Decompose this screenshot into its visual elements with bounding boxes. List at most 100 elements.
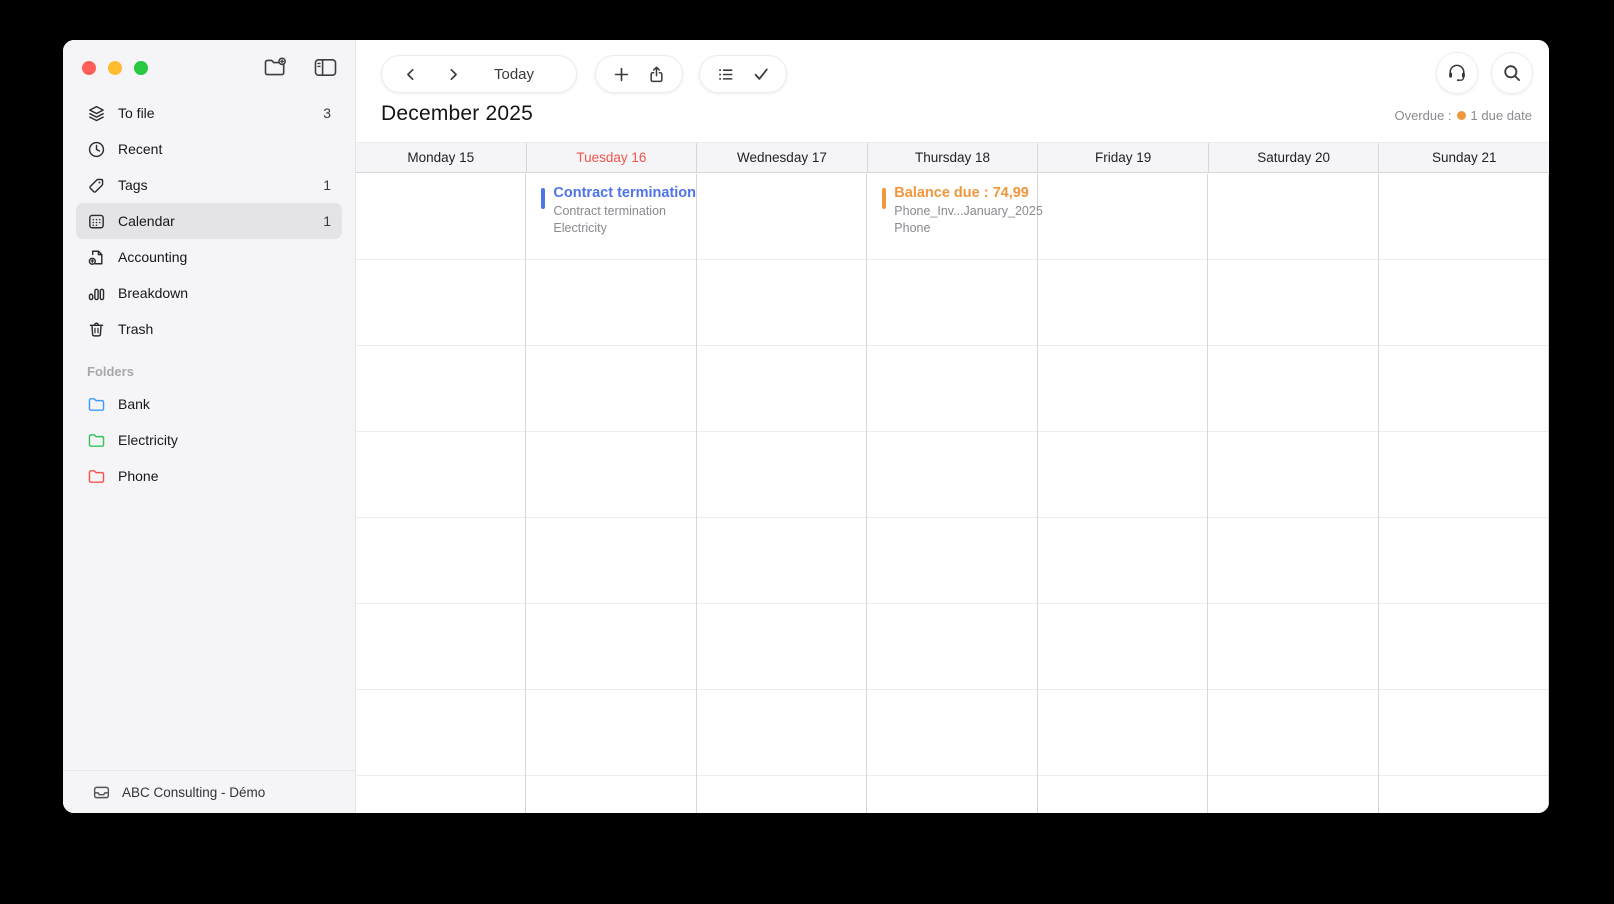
folder-label: Phone: [118, 468, 159, 484]
layers-icon: [87, 104, 106, 123]
overdue-dot-icon: [1456, 111, 1466, 120]
zoom-button[interactable]: [134, 60, 148, 75]
calendar-view: Today December 2025 Overdue: 1 due date…: [356, 40, 1549, 813]
folders-section-header: Folders: [87, 364, 134, 379]
folder-label: Electricity: [118, 432, 178, 448]
event-subtitle: Phone_Inv...January_2025: [894, 204, 1043, 218]
event-title: Balance due : 74,99: [894, 185, 1029, 201]
date-navigation-group: Today: [381, 55, 577, 93]
event-subtitle: Contract termination: [553, 204, 666, 218]
titlebar: [63, 40, 355, 95]
folder-icon: [87, 395, 106, 414]
sidebar-folder-electricity[interactable]: Electricity: [76, 422, 342, 458]
sidebar-item-calendar[interactable]: Calendar 1: [76, 203, 342, 239]
headset-icon: [1446, 62, 1468, 84]
month-title: December 2025: [381, 102, 534, 125]
overdue-label: Overdue :: [1394, 108, 1452, 123]
view-mode-group: [699, 55, 787, 93]
sidebar-item-label: Tags: [118, 177, 148, 193]
tasks-view-button[interactable]: [752, 65, 770, 83]
event-folder: Electricity: [553, 221, 607, 235]
document-upload-icon: [87, 248, 106, 267]
workspace-name: ABC Consulting - Démo: [122, 784, 266, 800]
day-header-row: Monday 15 Tuesday 16 Wednesday 17 Thursd…: [356, 142, 1549, 173]
minimize-button[interactable]: [108, 60, 122, 75]
event-card[interactable]: Balance due : 74,99 Phone_Inv...January_…: [882, 185, 1043, 235]
day-column-wednesday[interactable]: [697, 174, 868, 813]
sidebar-item-label: Calendar: [118, 213, 175, 229]
day-header-cell: Thursday 18: [868, 143, 1039, 172]
month-header: December 2025 Overdue : 1 due date: [381, 102, 1532, 126]
day-column-thursday[interactable]: [867, 174, 1038, 813]
day-header-cell: Saturday 20: [1209, 143, 1380, 172]
sidebar-item-accounting[interactable]: Accounting: [76, 239, 342, 275]
sidebar-item-recent[interactable]: Recent: [76, 131, 342, 167]
next-week-button[interactable]: [445, 66, 462, 83]
folder-icon: [87, 431, 106, 450]
sidebar-item-label: Recent: [118, 141, 163, 157]
folder-plus-icon: [263, 57, 287, 78]
folder-icon: [87, 467, 106, 486]
overdue-status: Overdue : 1 due date: [1394, 108, 1532, 123]
share-button[interactable]: [647, 65, 666, 84]
sidebar-item-breakdown[interactable]: Breakdown: [76, 275, 342, 311]
event-color-bar: [882, 188, 887, 209]
inbox-tray-icon: [92, 783, 111, 802]
sidebar-item-label: To file: [118, 105, 155, 121]
day-header-cell: Wednesday 17: [697, 143, 868, 172]
sidebar-item-count: 1: [323, 177, 331, 193]
event-title: Contract termination: [553, 185, 697, 201]
plus-icon: [612, 65, 631, 84]
folder-label: Bank: [118, 396, 150, 412]
toggle-sidebar-button[interactable]: [314, 58, 337, 77]
day-header-cell: Monday 15: [356, 143, 527, 172]
day-column-saturday[interactable]: [1208, 174, 1379, 813]
sidebar-folder-phone[interactable]: Phone: [76, 458, 342, 494]
list-icon: [716, 65, 735, 84]
event-color-bar: [541, 188, 546, 209]
trash-icon: [87, 320, 106, 339]
search-button[interactable]: [1491, 52, 1533, 94]
clock-icon: [87, 140, 106, 159]
day-column-sunday[interactable]: [1379, 174, 1549, 813]
sidebar-item-count: 1: [323, 213, 331, 229]
chevron-left-icon: [402, 66, 419, 83]
add-button[interactable]: [612, 65, 631, 84]
day-header-cell: Tuesday 16: [527, 143, 698, 172]
today-button[interactable]: Today: [494, 66, 534, 83]
overdue-count: 1 due date: [1470, 108, 1532, 123]
sidebar-item-label: Trash: [118, 321, 154, 337]
sidebar-item-label: Accounting: [118, 249, 188, 265]
sidebar-nav: To file 3 Recent Tags 1 Calendar 1 Accou…: [63, 95, 355, 347]
previous-week-button[interactable]: [402, 66, 419, 83]
sidebar-item-tags[interactable]: Tags 1: [76, 167, 342, 203]
event-folder: Phone: [894, 221, 931, 235]
tag-icon: [87, 176, 106, 195]
add-share-group: [595, 55, 683, 93]
list-view-button[interactable]: [716, 65, 735, 84]
close-button[interactable]: [82, 60, 96, 75]
day-column-friday[interactable]: [1038, 174, 1209, 813]
new-folder-button[interactable]: [263, 57, 287, 78]
sidebar: To file 3 Recent Tags 1 Calendar 1 Accou…: [63, 40, 356, 813]
support-button[interactable]: [1436, 52, 1478, 94]
bar-chart-icon: [87, 284, 106, 303]
day-column-tuesday[interactable]: [526, 174, 697, 813]
share-icon: [647, 65, 666, 84]
check-icon: [752, 65, 770, 83]
day-column-monday[interactable]: [356, 174, 527, 813]
day-header-cell: Friday 19: [1038, 143, 1209, 172]
event-card[interactable]: Contract termination Contract terminatio…: [541, 185, 701, 235]
sidebar-item-to-file[interactable]: To file 3: [76, 95, 342, 131]
sidebar-folder-bank[interactable]: Bank: [76, 386, 342, 422]
day-header-cell: Sunday 21: [1431, 150, 1497, 165]
sidebar-toggle-icon: [314, 58, 337, 77]
calendar-icon: [87, 212, 106, 231]
calendar-grid: Contract termination Contract terminatio…: [356, 174, 1549, 813]
sidebar-item-label: Breakdown: [118, 285, 189, 301]
workspace-switcher[interactable]: ABC Consulting - Démo: [63, 770, 355, 813]
chevron-right-icon: [445, 66, 462, 83]
sidebar-item-trash[interactable]: Trash: [76, 311, 342, 347]
search-icon: [1502, 63, 1522, 83]
app-window: To file 3 Recent Tags 1 Calendar 1 Accou…: [63, 40, 1549, 813]
